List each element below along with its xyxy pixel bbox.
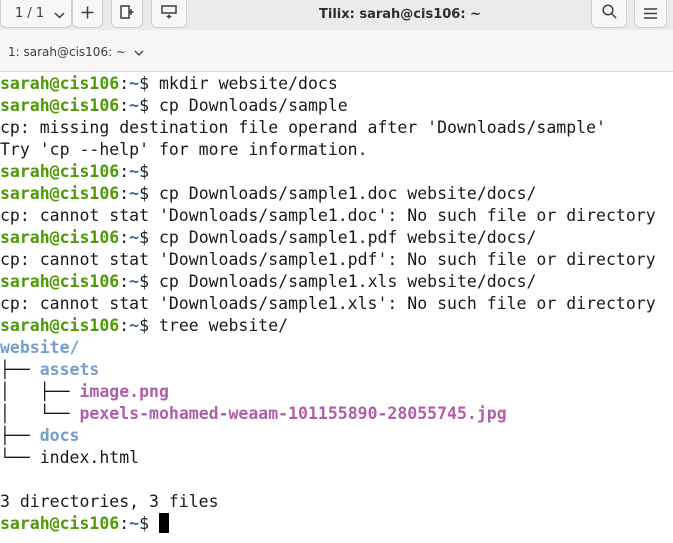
- prompt-separator: :: [119, 228, 130, 247]
- window-title: Tilix: sarah@cis106: ~: [319, 6, 481, 22]
- split-down-button[interactable]: [151, 0, 187, 28]
- tree-branch: ├──: [0, 426, 40, 445]
- command-text: cp Downloads/sample: [149, 96, 348, 115]
- prompt-separator: :: [119, 514, 130, 533]
- prompt-user-host: sarah@cis106: [0, 272, 120, 291]
- prompt-path: ~: [129, 514, 140, 533]
- prompt-path: ~: [129, 74, 140, 93]
- terminal-tab-bar: 1: sarah@cis106: ~: [0, 30, 673, 72]
- output-line: cp: cannot stat 'Downloads/sample1.doc':…: [0, 206, 656, 225]
- split-down-icon: [161, 4, 177, 23]
- prompt-user-host: sarah@cis106: [0, 96, 120, 115]
- command-text: cp Downloads/sample1.xls website/docs/: [149, 272, 537, 291]
- chevron-down-icon: [134, 45, 144, 59]
- prompt-line: sarah@cis106:~$: [0, 513, 656, 535]
- text-cursor: [158, 513, 169, 533]
- hamburger-menu-icon: [644, 4, 657, 23]
- prompt-path: ~: [129, 316, 140, 335]
- prompt-line: sarah@cis106:~$ tree website/: [0, 315, 656, 337]
- tree-branch: ├──: [0, 360, 40, 379]
- prompt-line: sarah@cis106:~$ cp Downloads/sample1.xls…: [0, 271, 656, 293]
- prompt-user-host: sarah@cis106: [0, 184, 120, 203]
- prompt-path: ~: [129, 162, 140, 181]
- prompt-user-host: sarah@cis106: [0, 316, 120, 335]
- add-terminal-button[interactable]: [72, 0, 103, 28]
- terminal-lines: sarah@cis106:~$ mkdir website/docs sarah@…: [0, 73, 656, 535]
- tree-branch: │ ├──: [0, 382, 80, 401]
- tree-entry-dir: assets: [39, 360, 100, 379]
- prompt-line: sarah@cis106:~$ cp Downloads/sample1.doc…: [0, 183, 656, 205]
- output-line: cp: missing destination file operand aft…: [0, 118, 606, 137]
- tree-entry-img: pexels-mohamed-weaam-101155890-28055745.…: [79, 404, 507, 423]
- terminal-tab[interactable]: 1: sarah@cis106: ~: [8, 42, 144, 62]
- prompt-user-host: sarah@cis106: [0, 514, 120, 533]
- prompt-line: sarah@cis106:~$: [0, 161, 656, 183]
- tree-line: ├── assets: [0, 359, 656, 381]
- prompt-symbol: $: [139, 228, 150, 247]
- tree-entry-dir: website/: [0, 338, 80, 357]
- tree-line: │ ├── image.png: [0, 381, 656, 403]
- tree-line: └── index.html: [0, 447, 656, 469]
- prompt-line: sarah@cis106:~$ cp Downloads/sample: [0, 95, 656, 117]
- search-button[interactable]: [591, 0, 627, 28]
- search-icon: [601, 4, 617, 23]
- prompt-symbol: $: [139, 74, 150, 93]
- command-text: [149, 514, 159, 533]
- tree-entry-dir: docs: [39, 426, 80, 445]
- tree-line: ├── docs: [0, 425, 656, 447]
- tree-entry-file: index.html: [39, 448, 140, 467]
- tree-branch: │ └──: [0, 404, 80, 423]
- prompt-line: sarah@cis106:~$ cp Downloads/sample1.pdf…: [0, 227, 656, 249]
- prompt-symbol: $: [139, 162, 150, 181]
- tree-line: │ └── pexels-mohamed-weaam-101155890-280…: [0, 403, 656, 425]
- prompt-path: ~: [129, 228, 140, 247]
- terminal-output[interactable]: sarah@cis106:~$ mkdir website/docs sarah@…: [0, 72, 673, 543]
- session-counter: 1 / 1: [15, 6, 45, 21]
- prompt-separator: :: [119, 316, 130, 335]
- split-right-button[interactable]: [111, 0, 143, 28]
- header-bar: 1 / 1 Tilix: sarah@cis106: ~: [0, 0, 673, 30]
- output-line: cp: cannot stat 'Downloads/sample1.pdf':…: [0, 250, 656, 269]
- command-text: mkdir website/docs: [149, 74, 338, 93]
- prompt-separator: :: [119, 74, 130, 93]
- prompt-separator: :: [119, 162, 130, 181]
- prompt-separator: :: [119, 184, 130, 203]
- command-text: tree website/: [149, 316, 289, 335]
- prompt-user-host: sarah@cis106: [0, 162, 120, 181]
- prompt-symbol: $: [139, 96, 150, 115]
- menu-button[interactable]: [634, 0, 667, 28]
- prompt-path: ~: [129, 184, 140, 203]
- tree-entry-img: image.png: [79, 382, 169, 401]
- prompt-symbol: $: [139, 272, 150, 291]
- prompt-separator: :: [119, 96, 130, 115]
- prompt-path: ~: [129, 272, 140, 291]
- terminal-tab-label: 1: sarah@cis106: ~: [8, 45, 126, 59]
- prompt-user-host: sarah@cis106: [0, 228, 120, 247]
- chevron-down-icon: [54, 4, 65, 23]
- output-line: Try 'cp --help' for more information.: [0, 140, 368, 159]
- split-right-icon: [120, 4, 134, 23]
- tree-branch: └──: [0, 448, 40, 467]
- plus-icon: [81, 4, 94, 23]
- tree-line: website/: [0, 337, 656, 359]
- prompt-symbol: $: [139, 184, 150, 203]
- prompt-symbol: $: [139, 514, 150, 533]
- prompt-separator: :: [119, 272, 130, 291]
- prompt-symbol: $: [139, 316, 150, 335]
- command-text: cp Downloads/sample1.doc website/docs/: [149, 184, 537, 203]
- prompt-line: sarah@cis106:~$ mkdir website/docs: [0, 73, 656, 95]
- prompt-path: ~: [129, 96, 140, 115]
- output-line: 3 directories, 3 files: [0, 492, 219, 511]
- prompt-user-host: sarah@cis106: [0, 74, 120, 93]
- session-switcher-button[interactable]: 1 / 1: [0, 0, 72, 28]
- output-line: cp: cannot stat 'Downloads/sample1.xls':…: [0, 294, 656, 313]
- command-text: cp Downloads/sample1.pdf website/docs/: [149, 228, 537, 247]
